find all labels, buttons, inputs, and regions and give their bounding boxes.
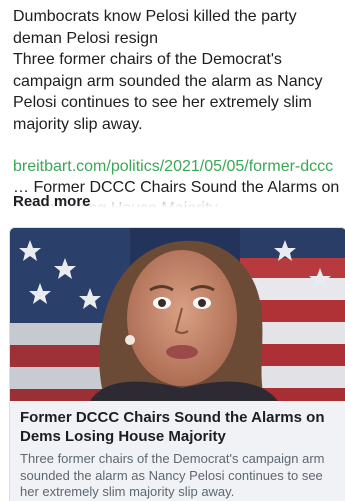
- link-preview-card[interactable]: Former DCCC Chairs Sound the Alarms on D…: [9, 227, 345, 501]
- post-text-line: Dumbocrats know Pelosi killed the party …: [13, 8, 297, 47]
- photo-illustration: [10, 228, 345, 401]
- article-photo: [10, 228, 345, 401]
- card-description: Three former chairs of the Democrat's ca…: [20, 451, 325, 499]
- face-shape: [127, 250, 237, 386]
- post-body: Dumbocrats know Pelosi killed the party …: [13, 6, 341, 208]
- card-meta: Former DCCC Chairs Sound the Alarms on D…: [10, 401, 345, 501]
- read-more-button[interactable]: Read more: [13, 193, 91, 210]
- post-text-line: Three former chairs of the Democrat's ca…: [13, 51, 323, 133]
- post-text: Dumbocrats know Pelosi killed the party …: [13, 6, 341, 136]
- card-title[interactable]: Former DCCC Chairs Sound the Alarms on D…: [20, 408, 336, 446]
- link-url[interactable]: breitbart.com/politics/2021/05/05/former…: [13, 156, 341, 177]
